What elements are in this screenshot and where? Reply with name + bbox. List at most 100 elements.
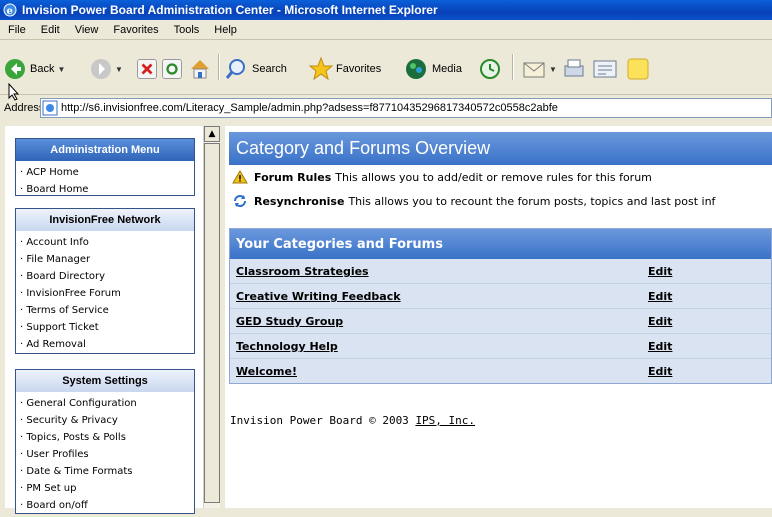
refresh-icon [162, 59, 182, 79]
history-button[interactable] [478, 57, 502, 81]
menu-favorites[interactable]: Favorites [105, 24, 165, 36]
home-button[interactable] [188, 57, 212, 81]
menu-help[interactable]: Help [206, 24, 244, 36]
menu-date-time-formats[interactable]: · Date & Time Formats [20, 463, 194, 480]
forward-arrow-icon [91, 59, 111, 79]
forum-link[interactable]: Welcome! [236, 365, 297, 378]
chevron-down-icon[interactable]: ▼ [115, 65, 123, 74]
print-button[interactable] [562, 57, 586, 81]
edit-link[interactable]: Edit [648, 365, 672, 378]
print-icon [564, 59, 584, 77]
edit-link[interactable]: Edit [648, 290, 672, 303]
stop-icon [137, 59, 157, 79]
window-title-bar: e Invision Power Board Administration Ce… [0, 0, 772, 20]
menu-bar: File Edit View Favorites Tools Help [0, 20, 772, 40]
scroll-thumb[interactable] [204, 143, 220, 503]
edit-link[interactable]: Edit [648, 315, 672, 328]
categories-title: Your Categories and Forums [230, 229, 771, 259]
page-title: Category and Forums Overview [229, 132, 772, 165]
menu-invisionfree-forum[interactable]: · InvisionFree Forum [20, 285, 194, 302]
menu-board-home[interactable]: · Board Home [20, 181, 194, 198]
refresh-button[interactable] [162, 59, 182, 79]
toolbar: Back ▼ ▼ Search Favorites Media ▼ [0, 40, 772, 95]
table-row: Creative Writing Feedback Edit [230, 284, 771, 309]
admin-menu: Administration Menu · ACP Home · Board H… [15, 138, 195, 196]
menu-view[interactable]: View [67, 24, 106, 36]
search-icon [225, 59, 245, 79]
table-row: Classroom Strategies Edit [230, 259, 771, 284]
mail-button[interactable]: ▼ [522, 57, 557, 81]
menu-pm-set-up[interactable]: · PM Set up [20, 480, 194, 497]
forum-link[interactable]: Classroom Strategies [236, 265, 369, 278]
table-row: Technology Help Edit [230, 334, 771, 359]
favorites-label: Favorites [336, 63, 382, 75]
menu-acp-home[interactable]: · ACP Home [20, 164, 194, 181]
categories-table: Your Categories and Forums Classroom Str… [229, 228, 772, 384]
media-button[interactable]: Media [404, 57, 462, 81]
history-icon [480, 59, 500, 79]
menu-board-directory[interactable]: · Board Directory [20, 268, 194, 285]
footer-ips-link[interactable]: IPS, Inc. [415, 414, 475, 427]
edit-link[interactable]: Edit [648, 265, 672, 278]
address-label: Address [4, 102, 45, 114]
address-bar: Address [0, 97, 772, 119]
menu-file[interactable]: File [0, 24, 33, 36]
forum-link[interactable]: Technology Help [236, 340, 338, 353]
menu-account-info[interactable]: · Account Info [20, 234, 194, 251]
menu-ad-removal[interactable]: · Ad Removal [20, 336, 194, 353]
home-icon [191, 60, 209, 79]
table-row: Welcome! Edit [230, 359, 771, 384]
menu-file-manager[interactable]: · File Manager [20, 251, 194, 268]
edit-link[interactable]: Edit [648, 340, 672, 353]
forum-rules-label[interactable]: Forum Rules [254, 171, 331, 184]
back-arrow-icon [5, 59, 25, 79]
menu-support-ticket[interactable]: · Support Ticket [20, 319, 194, 336]
search-button[interactable]: Search [224, 57, 287, 81]
chevron-down-icon[interactable]: ▼ [549, 65, 557, 74]
menu-user-profiles[interactable]: · User Profiles [20, 446, 194, 463]
menu-tools[interactable]: Tools [166, 24, 207, 36]
menu-general-configuration[interactable]: · General Configuration [20, 395, 194, 412]
forum-rules-line: Forum Rules This allows you to add/edit … [232, 170, 652, 184]
favorites-button[interactable]: Favorites [308, 56, 381, 82]
forum-link[interactable]: GED Study Group [236, 315, 343, 328]
menu-security-privacy[interactable]: · Security & Privacy [20, 412, 194, 429]
warning-icon [232, 170, 248, 184]
resync-label[interactable]: Resynchronise [254, 195, 344, 208]
network-menu-title: InvisionFree Network [16, 209, 194, 231]
edit-button[interactable] [592, 57, 618, 81]
forward-button[interactable]: ▼ [90, 58, 123, 80]
mail-icon [523, 62, 545, 78]
menu-board-on-off[interactable]: · Board on/off [20, 497, 194, 514]
edit-document-icon [593, 60, 617, 78]
back-button[interactable]: Back ▼ [4, 58, 65, 80]
scroll-up-icon[interactable]: ▲ [204, 126, 220, 142]
search-label: Search [252, 63, 287, 75]
address-input[interactable] [61, 102, 741, 114]
left-frame-scrollbar[interactable]: ▲ [203, 126, 220, 508]
stop-button[interactable] [137, 59, 157, 79]
footer-text: Invision Power Board © 2003 [230, 414, 409, 427]
menu-topics-posts-polls[interactable]: · Topics, Posts & Polls [20, 429, 194, 446]
mouse-cursor-icon [8, 83, 20, 101]
chevron-down-icon[interactable]: ▼ [57, 65, 65, 74]
admin-menu-title: Administration Menu [16, 139, 194, 161]
system-settings-menu: System Settings · General Configuration … [15, 369, 195, 514]
media-icon [406, 59, 426, 79]
back-label: Back [30, 63, 55, 75]
media-label: Media [432, 63, 462, 75]
address-field[interactable] [40, 98, 772, 118]
footer: Invision Power Board © 2003 IPS, Inc. [230, 414, 475, 427]
favorites-star-icon [308, 56, 334, 81]
resync-text: This allows you to recount the forum pos… [348, 194, 716, 208]
internet-explorer-icon: e [3, 3, 17, 17]
menu-edit[interactable]: Edit [33, 24, 67, 36]
svg-text:e: e [7, 6, 13, 17]
resync-line: Resynchronise This allows you to recount… [232, 193, 715, 209]
messenger-button[interactable] [626, 57, 650, 81]
menu-terms-of-service[interactable]: · Terms of Service [20, 302, 194, 319]
system-settings-title: System Settings [16, 370, 194, 392]
page-icon [42, 100, 58, 116]
forum-link[interactable]: Creative Writing Feedback [236, 290, 401, 303]
network-menu: InvisionFree Network · Account Info · Fi… [15, 208, 195, 354]
